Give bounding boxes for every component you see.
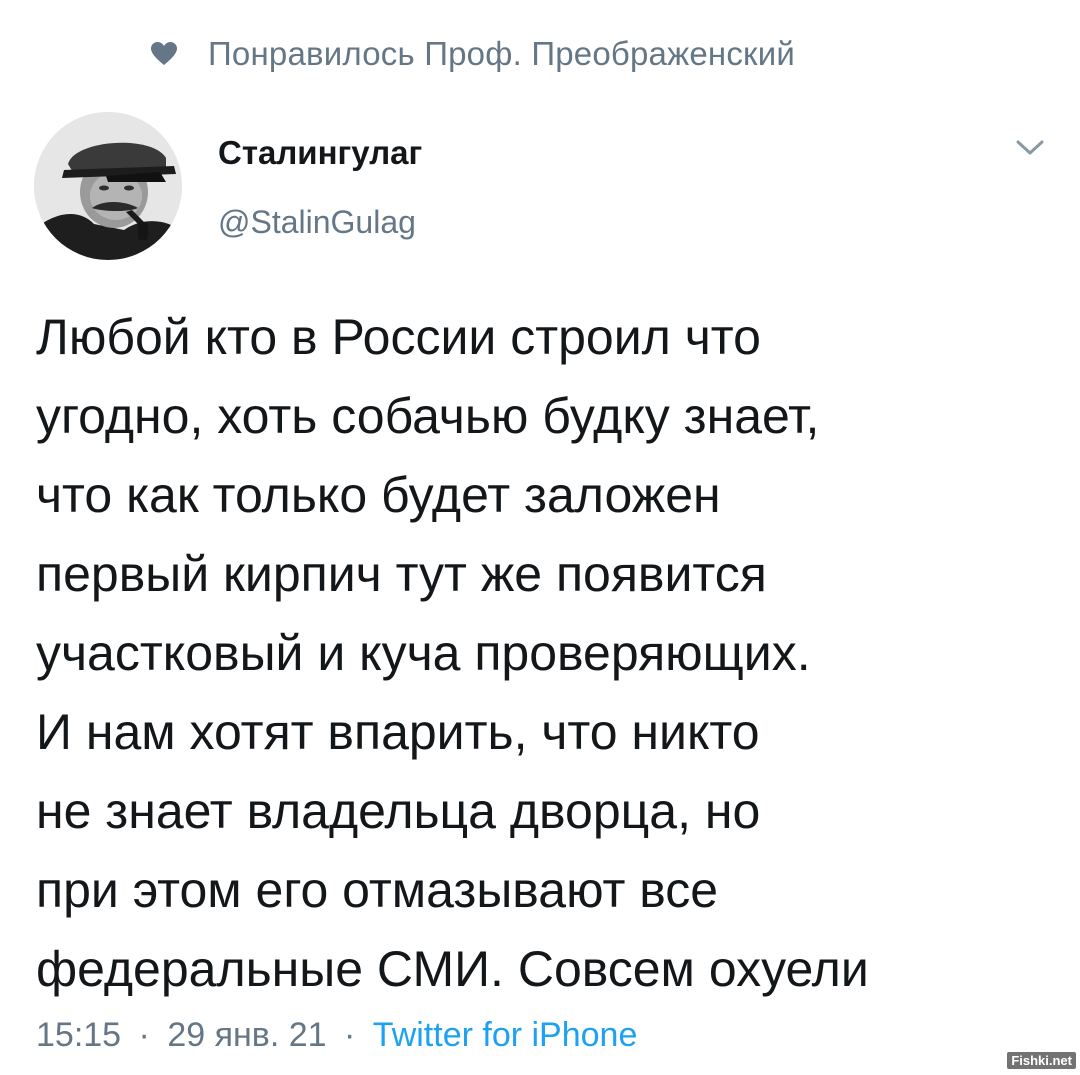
author-handle[interactable]: @StalinGulag <box>218 204 416 241</box>
tweet-text-line: первый кирпич тут же появится <box>36 546 767 602</box>
tweet-source-link[interactable]: Twitter for iPhone <box>373 1016 638 1054</box>
social-context: Понравилось Проф. Преображенский <box>150 34 795 74</box>
meta-separator: · <box>138 1016 150 1054</box>
watermark: Fishki.net <box>1007 1052 1076 1069</box>
tweet-text-line: И нам хотят впарить, что никто <box>36 704 760 760</box>
tweet-text-line: федеральные СМИ. Совсем охуели <box>36 941 869 997</box>
meta-separator: · <box>344 1016 356 1054</box>
tweet-text: Любой кто в России строил что угодно, хо… <box>36 298 1056 1009</box>
heart-icon <box>150 41 178 67</box>
avatar[interactable] <box>34 112 182 260</box>
tweet-text-line: участковый и куча проверяющих. <box>36 625 811 681</box>
author-name[interactable]: Сталингулаг <box>218 134 422 172</box>
tweet-text-line: при этом его отмазывают все <box>36 862 719 918</box>
tweet-meta: 15:15 · 29 янв. 21 · Twitter for iPhone <box>36 1016 637 1055</box>
social-context-label[interactable]: Понравилось Проф. Преображенский <box>208 35 795 73</box>
chevron-down-icon[interactable] <box>1012 136 1048 160</box>
tweet-time[interactable]: 15:15 <box>36 1016 121 1054</box>
tweet-text-line: не знает владельца дворца, но <box>36 783 761 839</box>
tweet-text-line: Любой кто в России строил что <box>36 309 761 365</box>
tweet-text-line: угодно, хоть собачью будку знает, <box>36 388 820 444</box>
tweet-text-line: что как только будет заложен <box>36 467 721 523</box>
tweet-date[interactable]: 29 янв. 21 <box>167 1016 326 1054</box>
